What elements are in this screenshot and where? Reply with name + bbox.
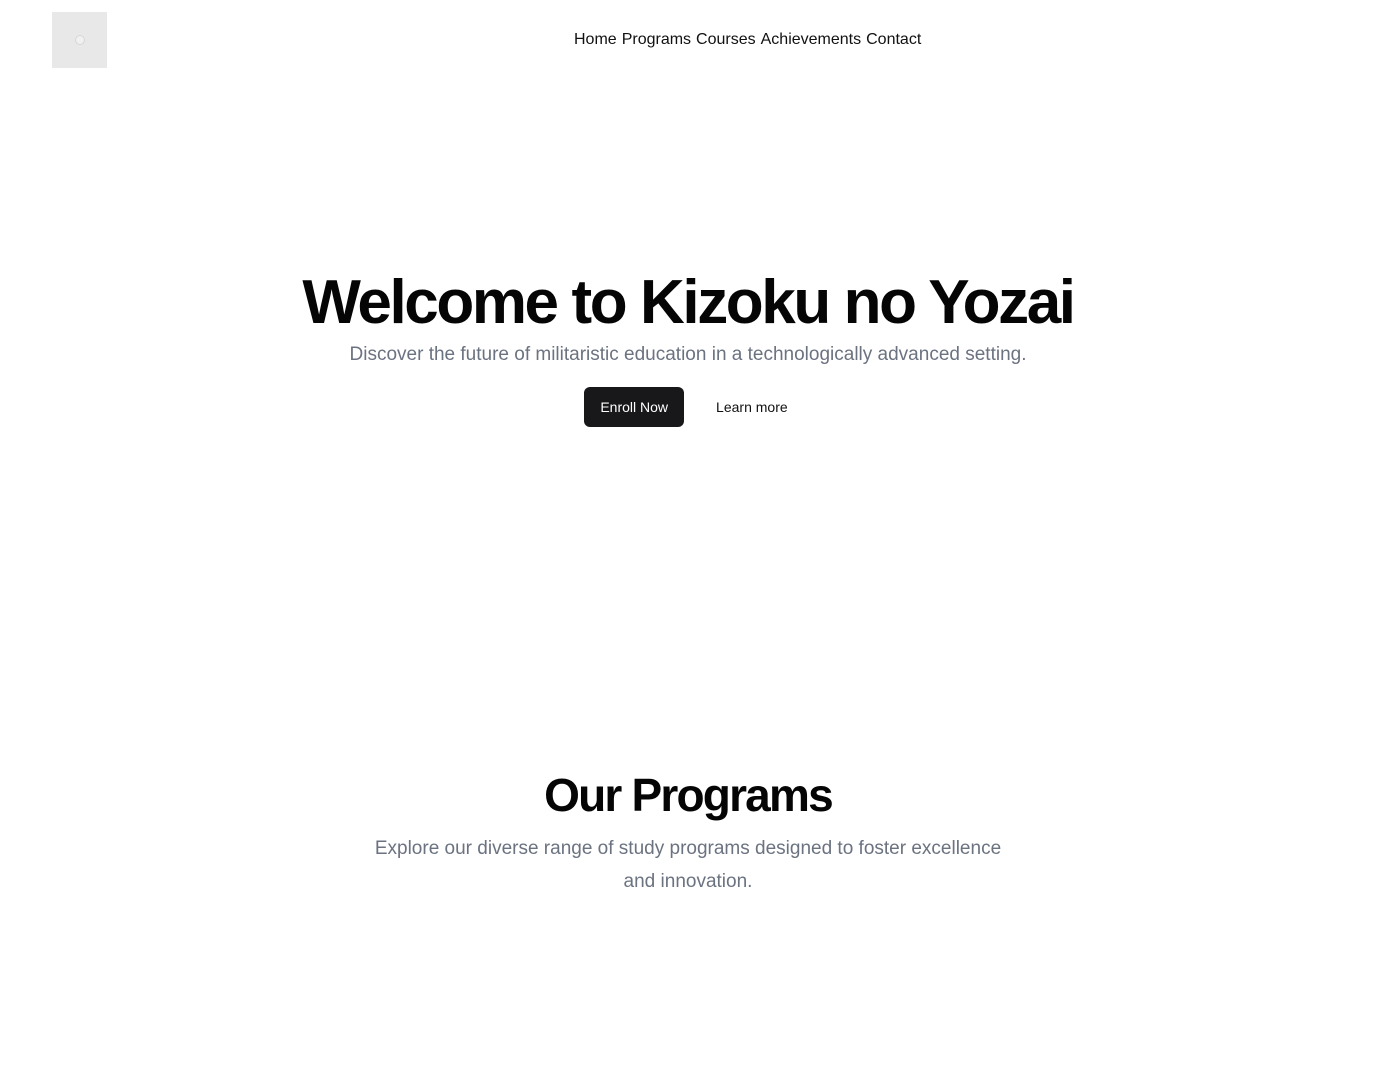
nav-link-home[interactable]: Home: [574, 29, 617, 51]
hero-actions: Enroll Now Learn more: [0, 387, 1376, 427]
site-header: Home Programs Courses Achievements Conta…: [0, 0, 1376, 80]
programs-title: Our Programs: [544, 769, 834, 821]
hero-title: Welcome to Kizoku no Yozai: [302, 268, 1076, 337]
nav-link-programs[interactable]: Programs: [622, 29, 691, 51]
hero-section: Welcome to Kizoku no Yozai Discover the …: [0, 265, 1376, 427]
enroll-now-button[interactable]: Enroll Now: [584, 387, 685, 427]
nav-link-courses[interactable]: Courses: [696, 29, 756, 51]
hero-subtitle: Discover the future of militaristic educ…: [349, 344, 1027, 365]
programs-section: Our Programs Explore our diverse range o…: [0, 764, 1376, 898]
main-nav: Home Programs Courses Achievements Conta…: [574, 29, 921, 51]
programs-subtitle: Explore our diverse range of study progr…: [374, 838, 1002, 892]
page: Home Programs Courses Achievements Conta…: [0, 0, 1376, 1065]
learn-more-button[interactable]: Learn more: [692, 387, 812, 427]
logo-placeholder-icon: [74, 35, 85, 45]
site-logo[interactable]: [52, 12, 107, 68]
nav-link-contact[interactable]: Contact: [866, 29, 921, 51]
nav-link-achievements[interactable]: Achievements: [761, 29, 862, 51]
